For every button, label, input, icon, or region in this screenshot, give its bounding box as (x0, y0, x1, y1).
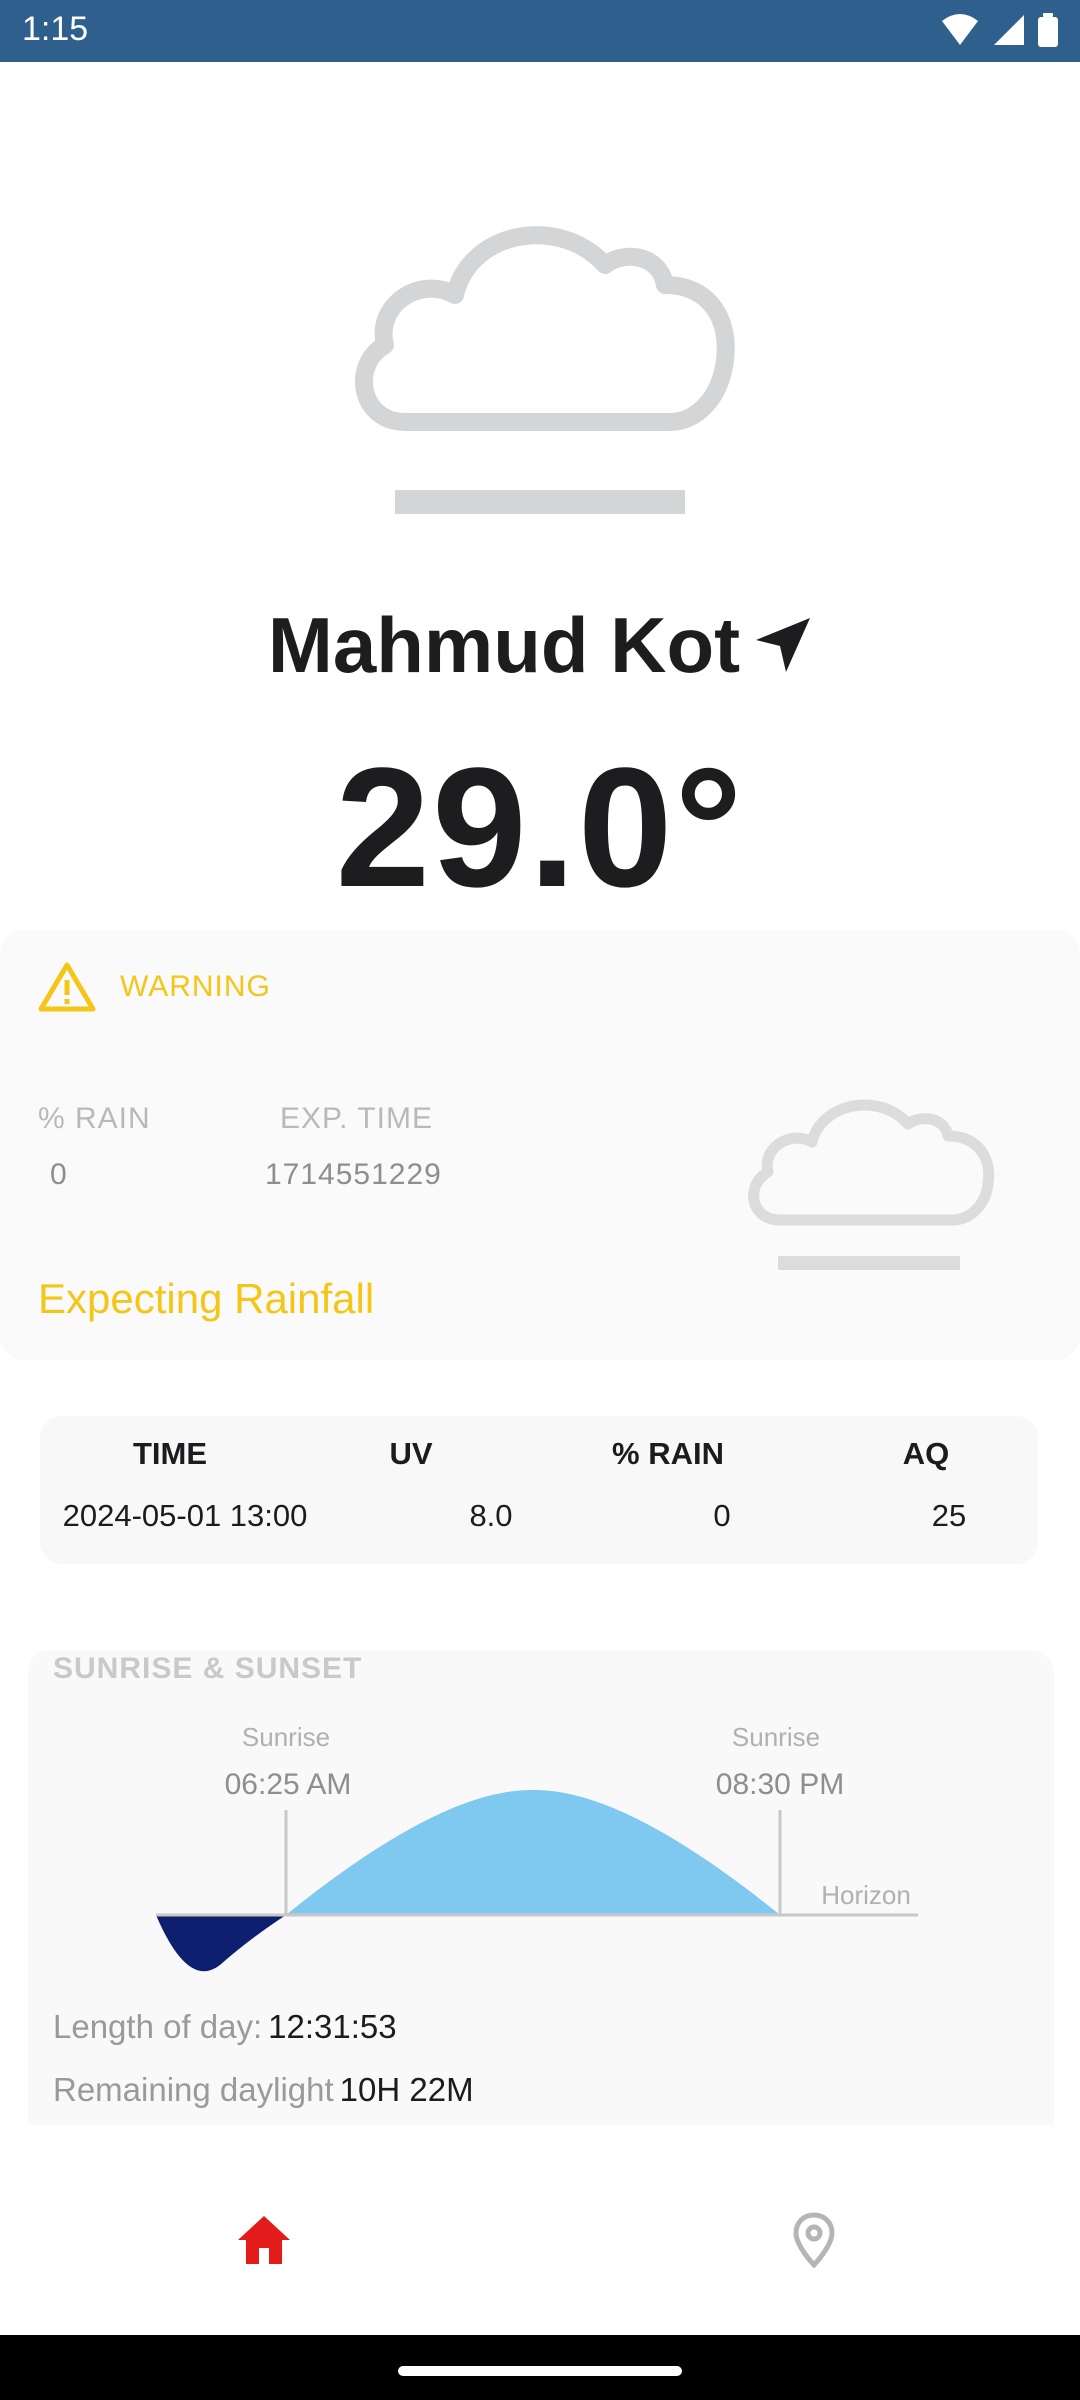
navigation-arrow-icon (756, 618, 811, 672)
table-cell-aq: 25 (931, 1498, 967, 1533)
battery-icon (1038, 13, 1058, 47)
horizon-label: Horizon (821, 1880, 911, 1910)
day-arc (286, 1790, 780, 1915)
remaining-daylight: Remaining daylight 10H 22M (53, 2071, 474, 2109)
length-of-day-value: 12:31:53 (268, 2008, 397, 2045)
sunrise-label: Sunrise (242, 1722, 330, 1752)
sunset-time: 08:30 PM (716, 1768, 844, 1801)
table-cell-time: 2024-05-01 13:00 (62, 1498, 308, 1533)
warning-icon (38, 962, 96, 1012)
sun-path-chart: Sunrise 06:25 AM Sunrise 08:30 PM Horizo… (156, 1722, 918, 1972)
table-cell-rain: 0 (713, 1498, 731, 1533)
wifi-icon (942, 14, 978, 45)
table-header-uv: UV (389, 1436, 433, 1471)
warning-card: WARNING % RAIN 0 EXP. TIME 1714551229 Ex… (0, 930, 1080, 1360)
warning-title: WARNING (120, 970, 271, 1003)
location-row[interactable]: Mahmud Kot (0, 595, 1080, 695)
signal-icon (994, 15, 1024, 45)
bottom-navigation (0, 2125, 1080, 2335)
nav-locations-tab[interactable] (774, 2200, 854, 2280)
current-temperature: 29.0° (335, 733, 745, 923)
table-header-rain: % RAIN (612, 1436, 724, 1471)
length-of-day: Length of day: 12:31:53 (53, 2008, 397, 2046)
home-gesture-handle[interactable] (398, 2366, 682, 2376)
location-pin-icon (793, 2212, 835, 2268)
warning-message: Expecting Rainfall (38, 1275, 375, 1322)
city-name: Mahmud Kot (267, 600, 741, 689)
table-cell-uv: 8.0 (469, 1498, 513, 1533)
gesture-navigation-bar (0, 2335, 1080, 2400)
status-time: 1:15 (22, 10, 89, 48)
warning-exp-time-label: EXP. TIME (280, 1102, 433, 1135)
forecast-table: TIME UV % RAIN AQ 2024-05-01 13:00 8.0 0… (40, 1416, 1038, 1564)
sunrise-time: 06:25 AM (225, 1768, 352, 1801)
sunset-label: Sunrise (732, 1722, 820, 1752)
night-arc (156, 1915, 286, 1972)
table-header-time: TIME (132, 1436, 208, 1471)
warning-rain-value: 0 (50, 1158, 68, 1191)
remaining-daylight-value: 10H 22M (339, 2071, 474, 2108)
warning-exp-time-value: 1714551229 (265, 1158, 442, 1191)
status-bar: 1:15 (0, 0, 1080, 62)
table-header-aq: AQ (902, 1436, 950, 1471)
remaining-daylight-label: Remaining daylight (53, 2071, 334, 2108)
nav-home-tab[interactable] (224, 2200, 304, 2280)
fog-cloud-icon (354, 226, 735, 514)
length-of-day-label: Length of day: (53, 2008, 263, 2045)
warning-fog-cloud-icon (748, 1099, 995, 1270)
warning-header: WARNING (38, 962, 271, 1012)
warning-rain-label: % RAIN (38, 1102, 151, 1135)
sunrise-sunset-card: SUNRISE & SUNSET Sunrise 06:25 AM Sunris… (28, 1650, 1054, 2125)
status-icons (940, 13, 1058, 47)
home-icon (238, 2216, 290, 2264)
